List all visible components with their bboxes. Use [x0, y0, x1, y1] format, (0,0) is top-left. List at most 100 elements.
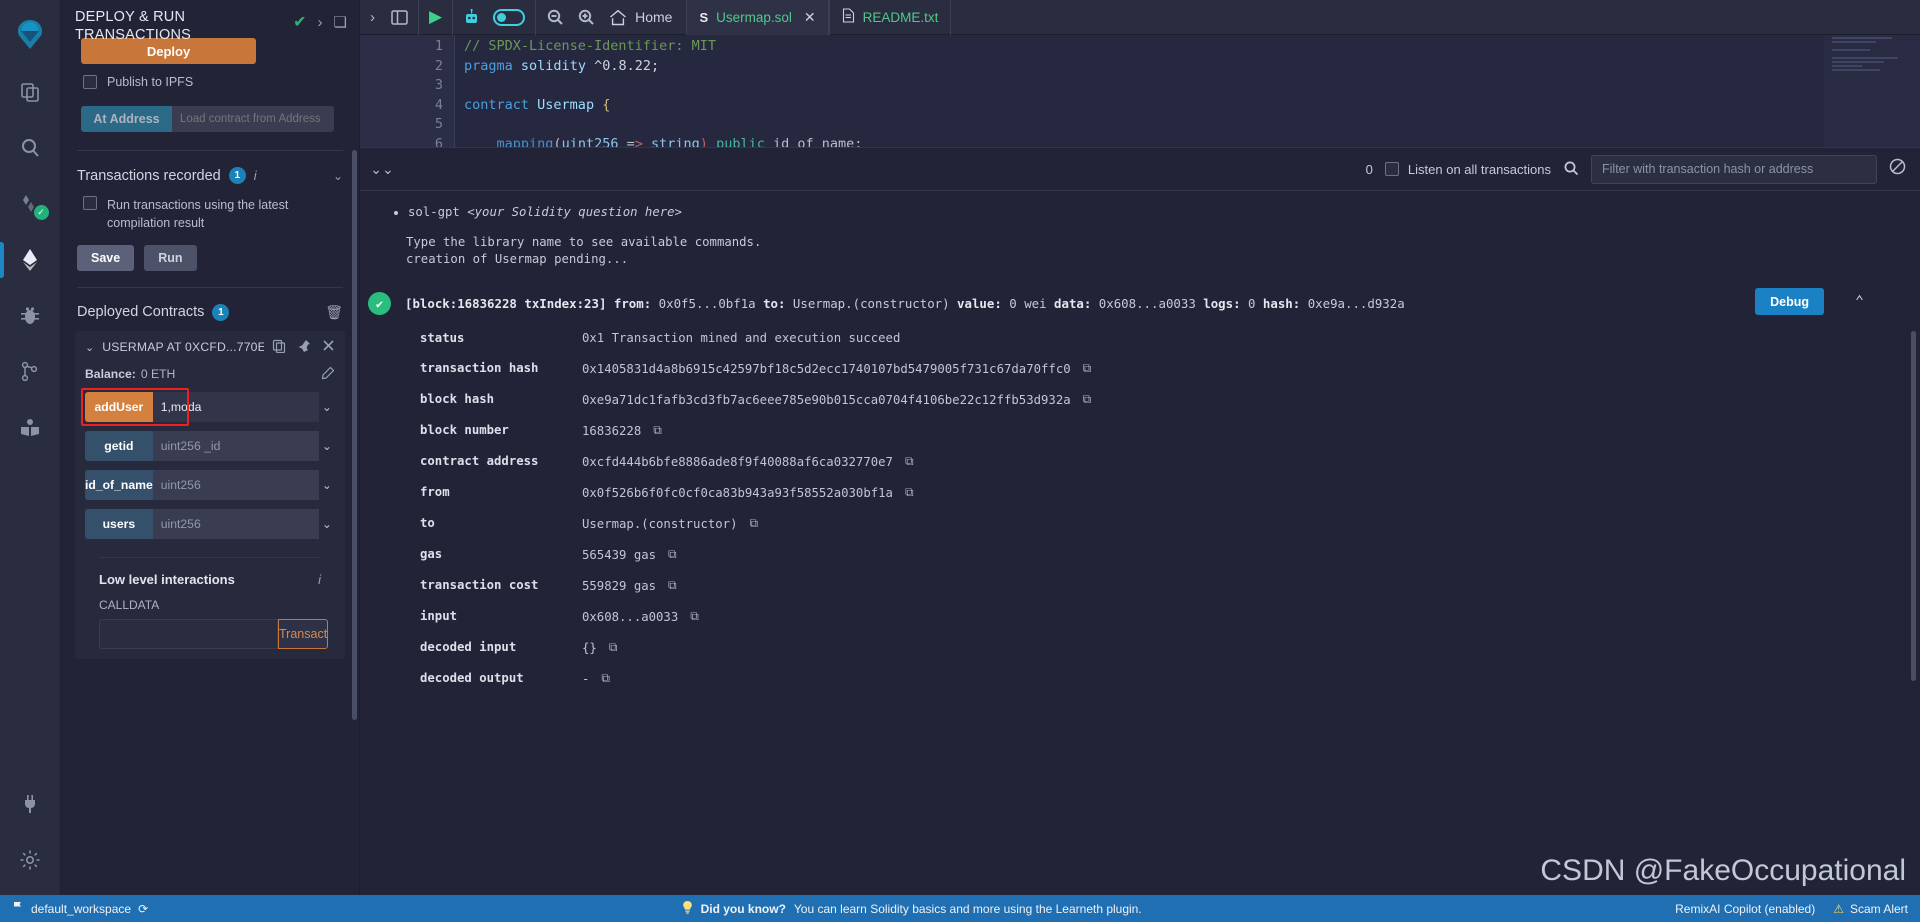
run-script-icon[interactable]: ▶: [429, 7, 442, 27]
copy-icon[interactable]: ⧉: [668, 578, 677, 593]
chevron-down-icon[interactable]: ⌄: [85, 341, 94, 354]
code-content[interactable]: // SPDX-License-Identifier: MIT pragma s…: [454, 35, 1920, 147]
id-of-name-button[interactable]: id_of_name: [85, 469, 153, 500]
transact-button[interactable]: Transact: [278, 618, 329, 649]
copy-icon[interactable]: ⧉: [749, 516, 758, 531]
users-button[interactable]: users: [85, 508, 153, 539]
run-latest-row[interactable]: Run transactions using the latest compil…: [61, 184, 359, 232]
copilot-status[interactable]: RemixAI Copilot (enabled): [1675, 902, 1815, 916]
terminal-scrollbar[interactable]: [1911, 331, 1916, 681]
lightbulb-icon: [682, 900, 693, 917]
transactions-recorded-header[interactable]: Transactions recorded 1 i ⌄: [61, 151, 359, 185]
info-icon[interactable]: i: [254, 168, 257, 183]
workspace-name[interactable]: default_workspace: [31, 902, 131, 916]
copy-icon[interactable]: ⧉: [653, 423, 662, 438]
adduser-input[interactable]: [152, 391, 319, 422]
low-level-title: Low level interactions: [99, 571, 235, 587]
layout-panel-icon[interactable]: [391, 9, 408, 25]
save-button[interactable]: Save: [77, 244, 135, 271]
copy-icon[interactable]: ⧉: [690, 609, 699, 624]
copy-icon[interactable]: [272, 339, 286, 356]
at-address-input[interactable]: [172, 106, 334, 133]
git-icon[interactable]: [0, 344, 61, 400]
tab-usermap-sol[interactable]: S Usermap.sol ✕: [686, 0, 829, 35]
deployed-contracts-count: 1: [212, 303, 230, 321]
run-latest-checkbox[interactable]: [83, 196, 97, 211]
edit-icon[interactable]: [321, 366, 335, 383]
copy-icon[interactable]: ⧉: [668, 547, 677, 562]
pin-icon[interactable]: [297, 339, 311, 356]
copy-icon[interactable]: ⧉: [601, 671, 610, 686]
zoom-out-icon[interactable]: [546, 8, 564, 26]
check-icon[interactable]: ✔: [293, 12, 306, 32]
at-address-button[interactable]: At Address: [81, 106, 172, 133]
close-icon[interactable]: ✕: [804, 9, 816, 26]
refresh-icon[interactable]: ⟳: [138, 902, 148, 916]
scam-alert[interactable]: ⚠ Scam Alert: [1833, 902, 1908, 916]
terminal-output[interactable]: sol-gpt <your Solidity question here> Ty…: [360, 191, 1920, 922]
expand-panel-icon[interactable]: ›: [370, 9, 375, 26]
transaction-summary[interactable]: [block:16836228 txIndex:23] from: 0x0f5.…: [405, 296, 1405, 311]
remix-logo-icon[interactable]: [0, 6, 61, 64]
status-success-icon: ✔: [368, 292, 391, 315]
solidity-compiler-icon[interactable]: ✓: [0, 176, 61, 232]
copilot-bot-icon[interactable]: [463, 8, 480, 26]
transaction-entry: ✔ [block:16836228 txIndex:23] from: 0x0f…: [360, 288, 1920, 686]
plugin-manager-icon[interactable]: [0, 776, 61, 832]
debugger-icon[interactable]: [0, 288, 61, 344]
deploy-run-icon[interactable]: [0, 232, 61, 288]
code-editor[interactable]: 1 2 3 4 5 6 // SPDX-License-Identifier: …: [360, 35, 1920, 147]
page-title: DEPLOY & RUN TRANSACTIONS: [75, 9, 191, 44]
file-explorer-icon[interactable]: [0, 64, 61, 120]
learneth-icon[interactable]: [0, 400, 61, 456]
calldata-input[interactable]: [99, 618, 278, 649]
tab-readme-txt[interactable]: README.txt: [828, 0, 952, 35]
listen-all-checkbox[interactable]: [1384, 162, 1399, 176]
id-of-name-input[interactable]: [152, 469, 319, 500]
chevron-up-icon[interactable]: ⌃: [1855, 292, 1864, 310]
debug-button[interactable]: Debug: [1755, 288, 1824, 315]
clear-console-icon[interactable]: [1889, 158, 1906, 180]
close-icon[interactable]: [322, 339, 335, 356]
run-button[interactable]: Run: [144, 244, 197, 271]
balance-value: 0 ETH: [140, 367, 176, 381]
publish-ipfs-checkbox[interactable]: [83, 75, 97, 90]
left-panel-scrollbar[interactable]: [352, 150, 357, 720]
search-icon[interactable]: [1563, 160, 1579, 179]
chevron-right-icon[interactable]: ›: [318, 14, 323, 31]
chevron-down-icon[interactable]: ⌄: [319, 439, 335, 453]
adduser-button[interactable]: addUser: [85, 391, 153, 422]
copy-icon[interactable]: ⧉: [905, 454, 914, 469]
compile-success-badge: ✓: [33, 205, 49, 220]
listen-all-row[interactable]: Listen on all transactions: [1384, 162, 1551, 177]
watermark: CSDN @FakeOccupational: [1540, 854, 1906, 887]
settings-icon[interactable]: [0, 832, 61, 888]
copy-icon[interactable]: ⧉: [905, 485, 914, 500]
getid-input[interactable]: [152, 430, 319, 461]
collapse-terminal-icon[interactable]: ⌄⌄: [368, 161, 396, 178]
search-icon[interactable]: [0, 120, 61, 176]
info-icon[interactable]: i: [318, 572, 321, 587]
copilot-toggle[interactable]: [493, 8, 526, 26]
editor-minimap[interactable]: [1824, 35, 1920, 147]
copy-icon[interactable]: ⧉: [609, 640, 618, 655]
trash-icon[interactable]: 🗑: [325, 304, 343, 321]
copy-icon[interactable]: ⧉: [1083, 361, 1092, 376]
zoom-in-icon[interactable]: [577, 8, 595, 26]
chevron-down-icon[interactable]: ⌄: [319, 517, 335, 531]
copy-icon[interactable]: ⧉: [1083, 392, 1092, 407]
tx-value: 0 wei: [1001, 296, 1047, 311]
layout-panel-icon[interactable]: ❏: [334, 13, 347, 31]
home-tab[interactable]: Home: [605, 9, 686, 26]
chevron-down-icon[interactable]: ⌄: [333, 169, 343, 183]
users-input[interactable]: [152, 508, 319, 539]
chevron-down-icon[interactable]: ⌄: [319, 400, 335, 414]
publish-ipfs-row[interactable]: Publish to IPFS: [83, 75, 343, 90]
getid-button[interactable]: getid: [85, 430, 153, 461]
chevron-down-icon[interactable]: ⌄: [319, 478, 335, 492]
tx-logs: 0: [1240, 296, 1256, 311]
tab-label: Usermap.sol: [716, 9, 792, 25]
transaction-filter-input[interactable]: [1591, 154, 1877, 184]
row-key: decoded output: [420, 671, 524, 685]
